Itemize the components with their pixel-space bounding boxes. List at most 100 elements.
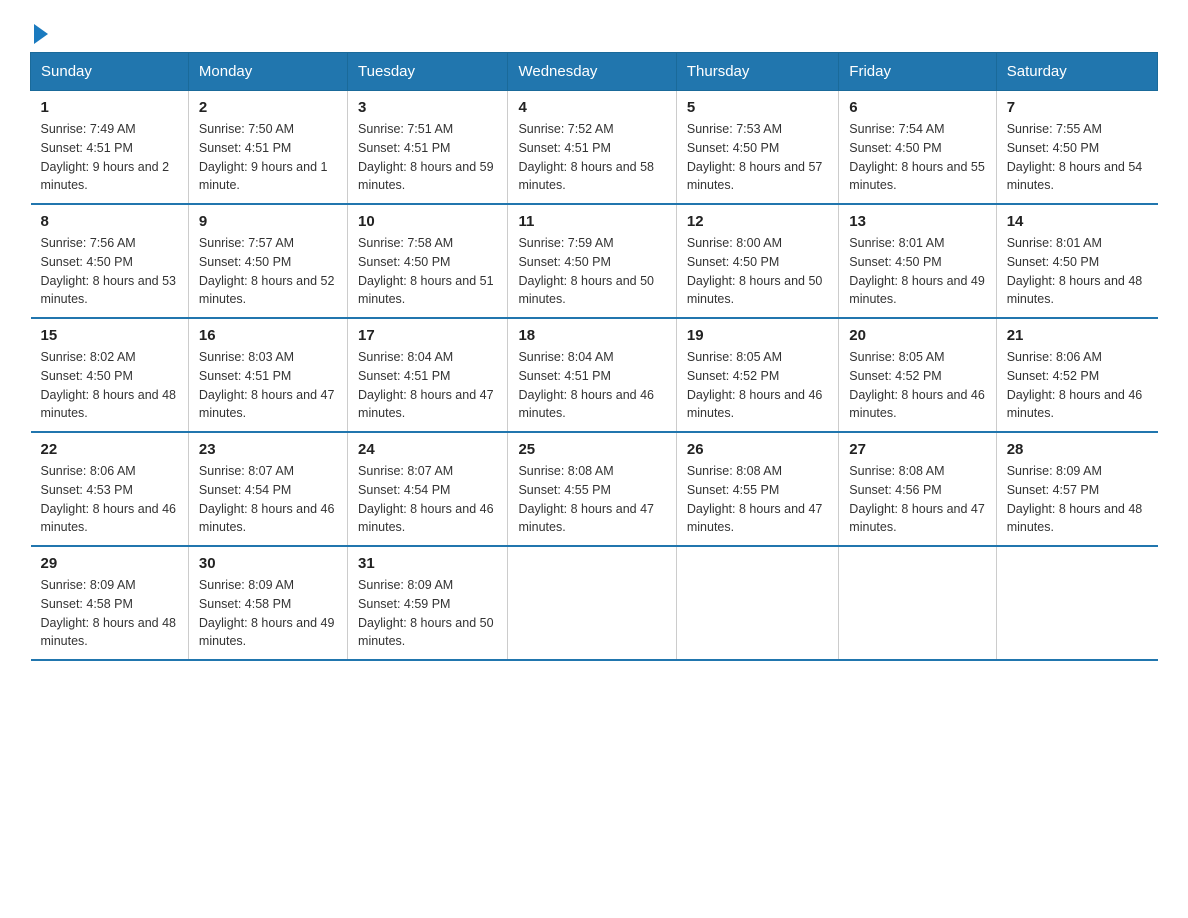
logo-icon (30, 20, 48, 42)
day-info: Sunrise: 7:59 AMSunset: 4:50 PMDaylight:… (518, 236, 654, 306)
day-info: Sunrise: 7:55 AMSunset: 4:50 PMDaylight:… (1007, 122, 1143, 192)
day-cell: 20 Sunrise: 8:05 AMSunset: 4:52 PMDaylig… (839, 318, 996, 432)
day-number: 18 (518, 327, 665, 344)
day-cell (676, 546, 838, 660)
day-cell: 13 Sunrise: 8:01 AMSunset: 4:50 PMDaylig… (839, 204, 996, 318)
day-number: 30 (199, 555, 337, 572)
day-cell: 22 Sunrise: 8:06 AMSunset: 4:53 PMDaylig… (31, 432, 189, 546)
logo (30, 20, 48, 42)
header-monday: Monday (188, 53, 347, 91)
day-number: 26 (687, 441, 828, 458)
day-info: Sunrise: 8:05 AMSunset: 4:52 PMDaylight:… (849, 350, 985, 420)
day-number: 22 (41, 441, 178, 458)
header-tuesday: Tuesday (348, 53, 508, 91)
day-cell: 14 Sunrise: 8:01 AMSunset: 4:50 PMDaylig… (996, 204, 1157, 318)
day-number: 20 (849, 327, 985, 344)
week-row-5: 29 Sunrise: 8:09 AMSunset: 4:58 PMDaylig… (31, 546, 1158, 660)
day-info: Sunrise: 8:09 AMSunset: 4:59 PMDaylight:… (358, 578, 494, 648)
day-cell: 8 Sunrise: 7:56 AMSunset: 4:50 PMDayligh… (31, 204, 189, 318)
day-info: Sunrise: 8:05 AMSunset: 4:52 PMDaylight:… (687, 350, 823, 420)
day-number: 27 (849, 441, 985, 458)
week-row-2: 8 Sunrise: 7:56 AMSunset: 4:50 PMDayligh… (31, 204, 1158, 318)
logo-arrow-icon (34, 24, 48, 44)
day-info: Sunrise: 7:53 AMSunset: 4:50 PMDaylight:… (687, 122, 823, 192)
day-number: 15 (41, 327, 178, 344)
day-cell: 25 Sunrise: 8:08 AMSunset: 4:55 PMDaylig… (508, 432, 676, 546)
day-number: 25 (518, 441, 665, 458)
day-cell: 12 Sunrise: 8:00 AMSunset: 4:50 PMDaylig… (676, 204, 838, 318)
day-cell: 17 Sunrise: 8:04 AMSunset: 4:51 PMDaylig… (348, 318, 508, 432)
day-info: Sunrise: 8:08 AMSunset: 4:56 PMDaylight:… (849, 464, 985, 534)
day-info: Sunrise: 8:03 AMSunset: 4:51 PMDaylight:… (199, 350, 335, 420)
day-cell: 30 Sunrise: 8:09 AMSunset: 4:58 PMDaylig… (188, 546, 347, 660)
day-cell: 10 Sunrise: 7:58 AMSunset: 4:50 PMDaylig… (348, 204, 508, 318)
day-cell: 24 Sunrise: 8:07 AMSunset: 4:54 PMDaylig… (348, 432, 508, 546)
day-cell: 5 Sunrise: 7:53 AMSunset: 4:50 PMDayligh… (676, 91, 838, 205)
day-number: 1 (41, 99, 178, 116)
day-info: Sunrise: 7:56 AMSunset: 4:50 PMDaylight:… (41, 236, 177, 306)
day-cell: 31 Sunrise: 8:09 AMSunset: 4:59 PMDaylig… (348, 546, 508, 660)
header-wednesday: Wednesday (508, 53, 676, 91)
day-number: 28 (1007, 441, 1148, 458)
day-cell: 4 Sunrise: 7:52 AMSunset: 4:51 PMDayligh… (508, 91, 676, 205)
day-info: Sunrise: 8:07 AMSunset: 4:54 PMDaylight:… (358, 464, 494, 534)
day-info: Sunrise: 8:09 AMSunset: 4:58 PMDaylight:… (41, 578, 177, 648)
day-info: Sunrise: 8:04 AMSunset: 4:51 PMDaylight:… (358, 350, 494, 420)
day-number: 12 (687, 213, 828, 230)
day-info: Sunrise: 8:09 AMSunset: 4:58 PMDaylight:… (199, 578, 335, 648)
day-info: Sunrise: 8:04 AMSunset: 4:51 PMDaylight:… (518, 350, 654, 420)
day-cell: 7 Sunrise: 7:55 AMSunset: 4:50 PMDayligh… (996, 91, 1157, 205)
day-info: Sunrise: 7:52 AMSunset: 4:51 PMDaylight:… (518, 122, 654, 192)
day-cell: 28 Sunrise: 8:09 AMSunset: 4:57 PMDaylig… (996, 432, 1157, 546)
day-cell: 15 Sunrise: 8:02 AMSunset: 4:50 PMDaylig… (31, 318, 189, 432)
day-info: Sunrise: 8:06 AMSunset: 4:52 PMDaylight:… (1007, 350, 1143, 420)
day-info: Sunrise: 8:01 AMSunset: 4:50 PMDaylight:… (1007, 236, 1143, 306)
day-number: 23 (199, 441, 337, 458)
page-header (30, 20, 1158, 42)
day-cell (996, 546, 1157, 660)
day-cell: 9 Sunrise: 7:57 AMSunset: 4:50 PMDayligh… (188, 204, 347, 318)
day-cell: 29 Sunrise: 8:09 AMSunset: 4:58 PMDaylig… (31, 546, 189, 660)
day-cell: 11 Sunrise: 7:59 AMSunset: 4:50 PMDaylig… (508, 204, 676, 318)
header-friday: Friday (839, 53, 996, 91)
day-info: Sunrise: 8:06 AMSunset: 4:53 PMDaylight:… (41, 464, 177, 534)
day-cell: 2 Sunrise: 7:50 AMSunset: 4:51 PMDayligh… (188, 91, 347, 205)
day-info: Sunrise: 7:51 AMSunset: 4:51 PMDaylight:… (358, 122, 494, 192)
week-row-1: 1 Sunrise: 7:49 AMSunset: 4:51 PMDayligh… (31, 91, 1158, 205)
day-cell: 27 Sunrise: 8:08 AMSunset: 4:56 PMDaylig… (839, 432, 996, 546)
day-cell (839, 546, 996, 660)
day-info: Sunrise: 7:57 AMSunset: 4:50 PMDaylight:… (199, 236, 335, 306)
day-cell: 21 Sunrise: 8:06 AMSunset: 4:52 PMDaylig… (996, 318, 1157, 432)
day-cell: 16 Sunrise: 8:03 AMSunset: 4:51 PMDaylig… (188, 318, 347, 432)
day-info: Sunrise: 8:00 AMSunset: 4:50 PMDaylight:… (687, 236, 823, 306)
day-number: 10 (358, 213, 497, 230)
day-info: Sunrise: 8:02 AMSunset: 4:50 PMDaylight:… (41, 350, 177, 420)
header-saturday: Saturday (996, 53, 1157, 91)
header-thursday: Thursday (676, 53, 838, 91)
day-number: 31 (358, 555, 497, 572)
calendar-table: SundayMondayTuesdayWednesdayThursdayFrid… (30, 52, 1158, 661)
day-info: Sunrise: 8:01 AMSunset: 4:50 PMDaylight:… (849, 236, 985, 306)
day-cell (508, 546, 676, 660)
day-number: 19 (687, 327, 828, 344)
day-info: Sunrise: 7:58 AMSunset: 4:50 PMDaylight:… (358, 236, 494, 306)
day-number: 17 (358, 327, 497, 344)
day-number: 29 (41, 555, 178, 572)
day-info: Sunrise: 7:50 AMSunset: 4:51 PMDaylight:… (199, 122, 328, 192)
day-number: 24 (358, 441, 497, 458)
day-info: Sunrise: 8:09 AMSunset: 4:57 PMDaylight:… (1007, 464, 1143, 534)
day-info: Sunrise: 7:49 AMSunset: 4:51 PMDaylight:… (41, 122, 170, 192)
day-info: Sunrise: 8:08 AMSunset: 4:55 PMDaylight:… (518, 464, 654, 534)
day-number: 21 (1007, 327, 1148, 344)
day-cell: 18 Sunrise: 8:04 AMSunset: 4:51 PMDaylig… (508, 318, 676, 432)
day-number: 16 (199, 327, 337, 344)
calendar-header-row: SundayMondayTuesdayWednesdayThursdayFrid… (31, 53, 1158, 91)
day-number: 9 (199, 213, 337, 230)
day-number: 13 (849, 213, 985, 230)
day-number: 2 (199, 99, 337, 116)
day-info: Sunrise: 7:54 AMSunset: 4:50 PMDaylight:… (849, 122, 985, 192)
day-number: 11 (518, 213, 665, 230)
day-cell: 19 Sunrise: 8:05 AMSunset: 4:52 PMDaylig… (676, 318, 838, 432)
day-number: 14 (1007, 213, 1148, 230)
day-number: 4 (518, 99, 665, 116)
